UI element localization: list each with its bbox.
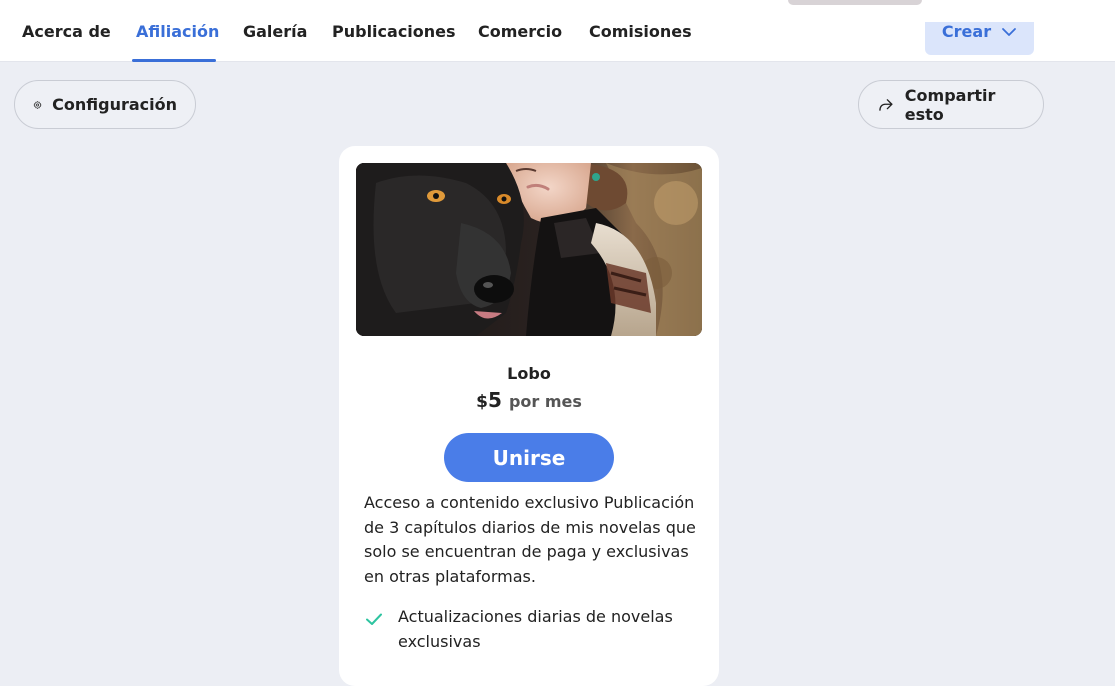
gear-icon	[33, 100, 42, 109]
join-button[interactable]: Unirse	[444, 433, 614, 482]
tier-price: $5 por mes	[339, 388, 719, 412]
settings-button[interactable]: Configuración	[14, 80, 196, 129]
settings-button-label: Configuración	[52, 95, 177, 114]
tier-cover-image	[356, 163, 702, 336]
tab-comisiones[interactable]: Comisiones	[589, 0, 692, 62]
benefit-item: Actualizaciones diarias de novelas exclu…	[364, 605, 704, 654]
check-icon	[366, 613, 382, 625]
tab-comercio[interactable]: Comercio	[478, 0, 562, 62]
tier-description: Acceso a contenido exclusivo Publicación…	[364, 493, 696, 586]
tier-name: Lobo	[507, 364, 551, 383]
header-pill-decoration	[788, 0, 922, 5]
membership-tier-card: Lobo $5 por mes Unirse Acceso a contenid…	[339, 146, 719, 686]
share-button[interactable]: Compartir esto	[858, 80, 1044, 129]
tab-galeria[interactable]: Galería	[243, 0, 307, 62]
create-button-label: Crear	[941, 22, 992, 41]
benefit-text: Actualizaciones diarias de novelas exclu…	[398, 607, 673, 651]
create-button[interactable]: Crear	[925, 22, 1034, 55]
wolf-and-person-illustration	[356, 163, 702, 336]
active-tab-indicator	[132, 59, 216, 62]
tab-acerca-de[interactable]: Acerca de	[22, 0, 111, 62]
share-arrow-icon	[879, 98, 893, 111]
tab-publicaciones[interactable]: Publicaciones	[332, 0, 456, 62]
tab-afiliacion[interactable]: Afiliación	[136, 0, 219, 62]
tier-amount: 5	[487, 388, 502, 412]
tier-period: por mes	[508, 392, 582, 411]
share-button-label: Compartir esto	[904, 85, 996, 124]
chevron-down-icon	[1002, 27, 1016, 36]
tier-currency: $	[476, 392, 488, 412]
top-navigation: Acerca de Afiliación Galería Publicacion…	[0, 0, 1115, 62]
